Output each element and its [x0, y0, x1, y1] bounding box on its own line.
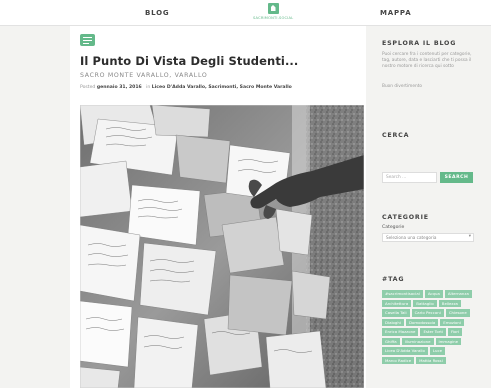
- tag-link[interactable]: Immagine: [435, 337, 462, 345]
- tag-link[interactable]: Mattia Rossi: [416, 356, 446, 364]
- tag-link[interactable]: Battaglio: [413, 299, 437, 307]
- tag-link[interactable]: Marco Radice: [382, 356, 415, 364]
- tag-link[interactable]: Bellezza: [438, 299, 461, 307]
- tag-link[interactable]: Chiesone: [445, 309, 470, 317]
- tag-link[interactable]: Luce: [429, 347, 445, 355]
- categories-select[interactable]: Seleziona una categoria ▾: [382, 233, 474, 242]
- photo-students-notes-wall: [80, 105, 364, 388]
- tag-link[interactable]: #sacrimontisocial: [382, 290, 423, 298]
- search-heading: CERCA: [382, 132, 410, 139]
- top-nav-bar: BLOG SACRIMONTI.SOCIAL MAPPA: [0, 0, 491, 26]
- post-photo[interactable]: [80, 105, 364, 388]
- tags-heading: #TAG: [382, 276, 405, 283]
- nav-link-map[interactable]: MAPPA: [380, 9, 411, 17]
- explore-heading: ESPLORA IL BLOG: [382, 40, 457, 47]
- categories-label: Categorie: [382, 225, 405, 230]
- tag-link[interactable]: Alternanza: [444, 290, 472, 298]
- post-article: Il Punto Di Vista Degli Studenti... SACR…: [70, 26, 366, 388]
- logo-text: SACRIMONTI.SOCIAL: [253, 16, 294, 20]
- explore-text: Puoi cercare fra i contenuti per categor…: [382, 52, 472, 69]
- tag-link[interactable]: Enrica Mazzone: [382, 328, 419, 336]
- search-button[interactable]: SEARCH: [440, 172, 473, 183]
- tag-link[interactable]: Emozioni: [440, 318, 464, 326]
- tag-cloud: #sacrimontisocial Acqua Alternanza Archi…: [382, 290, 478, 364]
- posted-label: Posted: [80, 85, 96, 90]
- tag-link[interactable]: Ester Torti: [420, 328, 446, 336]
- chat-icon: [80, 34, 95, 46]
- tag-link[interactable]: Illuminazione: [401, 337, 434, 345]
- logo-icon: [267, 3, 279, 14]
- post-date[interactable]: gennaio 31, 2016: [97, 85, 142, 90]
- tag-link[interactable]: Casella Tali: [382, 309, 410, 317]
- post-meta: Posted gennaio 31, 2016 in Liceo D'Adda …: [80, 85, 292, 90]
- in-label: in: [146, 85, 151, 90]
- tag-link[interactable]: Liceo D'Adda Varallo: [382, 347, 428, 355]
- sidebar: ESPLORA IL BLOG Puoi cercare fra i conte…: [366, 26, 491, 388]
- categories-select-value: Seleziona una categoria: [386, 235, 437, 240]
- tag-link[interactable]: Carlo Pecconi: [411, 309, 444, 317]
- categories-heading: CATEGORIE: [382, 214, 429, 221]
- tag-link[interactable]: Dialoghi: [382, 318, 404, 326]
- post-title[interactable]: Il Punto Di Vista Degli Studenti...: [80, 54, 298, 68]
- tag-link[interactable]: Ghiffa: [382, 337, 400, 345]
- tag-link[interactable]: Acqua: [424, 290, 443, 298]
- explore-greeting: Buon divertimento: [382, 84, 423, 89]
- post-categories[interactable]: Liceo D'Adda Varallo, Sacrimonti, Sacro …: [152, 85, 292, 90]
- nav-link-blog[interactable]: BLOG: [145, 9, 169, 17]
- tag-link[interactable]: Domodossola: [405, 318, 439, 326]
- tag-link[interactable]: Architettura: [382, 299, 412, 307]
- site-logo[interactable]: SACRIMONTI.SOCIAL: [253, 3, 293, 20]
- chevron-down-icon: ▾: [468, 234, 471, 239]
- post-location: SACRO MONTE VARALLO, VARALLO: [80, 72, 208, 79]
- search-input[interactable]: Search ...: [382, 172, 437, 183]
- tag-link[interactable]: Fiori: [447, 328, 463, 336]
